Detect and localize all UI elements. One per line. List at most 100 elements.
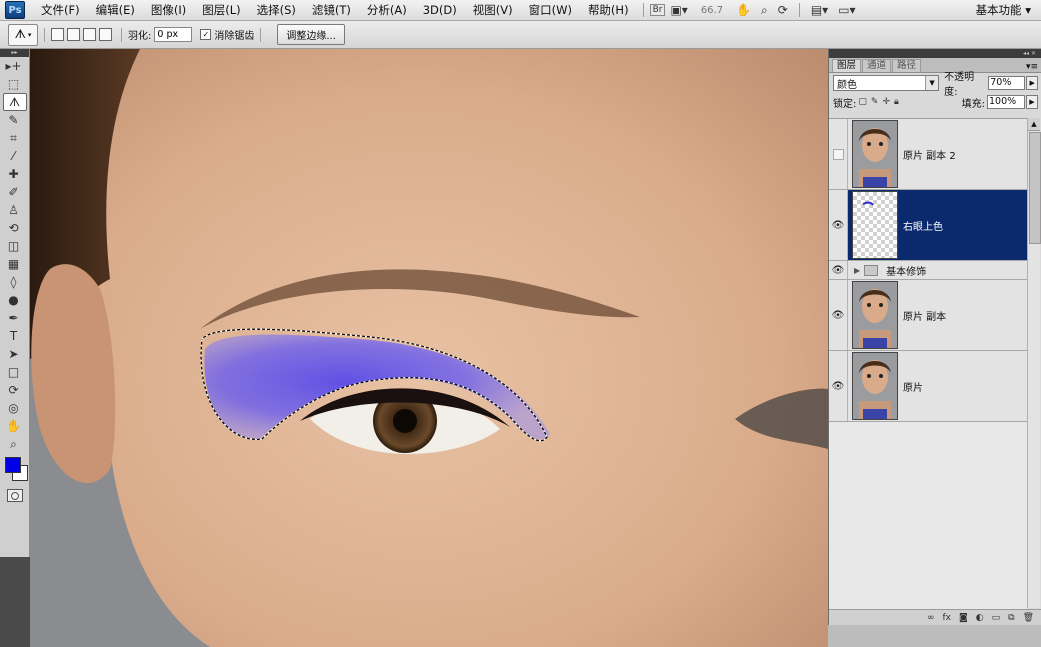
menu-help[interactable]: 帮助(H) (580, 2, 637, 18)
fill-field[interactable]: 100% (987, 95, 1025, 109)
layer-row[interactable]: 👁︎ 原片 副本 (829, 280, 1027, 351)
layer-name: 基本修饰 (886, 266, 927, 278)
intersect-selection-icon[interactable] (99, 28, 112, 41)
panel-titlebar[interactable]: ◂◂ ✕ (829, 49, 1041, 58)
chevron-down-icon: ▾ (27, 30, 32, 39)
feather-input[interactable] (154, 27, 193, 42)
lock-row: 锁定: ▢ ✎ ✛ 🔒︎ 填充: 100% ▶ (829, 93, 1041, 111)
hand-icon[interactable]: ✋ (731, 3, 756, 17)
bridge-icon[interactable]: Br (649, 4, 666, 16)
healing-tool[interactable]: ✚ (3, 165, 25, 183)
rotate-view-icon[interactable]: ⟳ (773, 3, 793, 17)
new-group-icon[interactable]: ▭ (992, 613, 1001, 623)
blend-mode-value: 颜色 (837, 79, 857, 91)
quick-select-tool[interactable]: ✎ (3, 111, 25, 129)
tool-list: ▸+ ⬚ ᗑ ✎ ⌗ ⁄ ✚ ✐ ♙ ⟲ ◫ ▦ ◊ ● ✒ T ➤ □ ⟳ ◎ ✋ ⌕ (2, 57, 27, 453)
menu-file[interactable]: 文件(F) (33, 2, 88, 18)
move-tool[interactable]: ▸+ (3, 57, 25, 75)
lock-transparent-icon[interactable]: ▢ (858, 97, 867, 107)
zoom-tool[interactable]: ⌕ (3, 435, 25, 453)
type-tool[interactable]: T (3, 327, 25, 345)
crop-tool[interactable]: ⌗ (3, 129, 25, 147)
eye-icon[interactable]: 👁︎ (829, 351, 848, 421)
subtract-selection-icon[interactable] (83, 28, 96, 41)
eye-icon[interactable]: 👁︎ (829, 190, 848, 260)
3d-rotate-tool[interactable]: ⟳ (3, 381, 25, 399)
zoom-icon[interactable]: ⌕ (756, 3, 773, 18)
layer-row[interactable]: 原片 副本 2 (829, 119, 1027, 190)
separator (260, 27, 262, 42)
menu-image[interactable]: 图像(I) (143, 2, 194, 18)
hand-tool[interactable]: ✋ (3, 417, 25, 435)
lock-position-icon[interactable]: ✛ (882, 97, 890, 107)
lock-all-icon[interactable]: 🔒︎ (894, 97, 899, 107)
clone-stamp-tool[interactable]: ♙ (3, 201, 25, 219)
menu-select[interactable]: 选择(S) (249, 2, 304, 18)
dodge-tool[interactable]: ● (3, 291, 25, 309)
path-select-tool[interactable]: ➤ (3, 345, 25, 363)
opacity-field[interactable]: 70% (988, 76, 1026, 90)
folder-icon (864, 264, 879, 276)
layer-row[interactable]: 👁︎ 原片 (829, 351, 1027, 422)
blend-mode-select[interactable]: 颜色 ▼ (833, 75, 940, 91)
history-brush-tool[interactable]: ⟲ (3, 219, 25, 237)
eye-icon[interactable]: 👁︎ (829, 261, 848, 279)
tool-preset-picker[interactable]: ᗑ ▾ (8, 23, 38, 46)
pupil (393, 409, 417, 433)
menu-edit[interactable]: 编辑(E) (88, 2, 143, 18)
add-to-selection-icon[interactable] (67, 28, 80, 41)
marquee-tool[interactable]: ⬚ (3, 75, 25, 93)
menu-3d[interactable]: 3D(D) (415, 3, 465, 17)
refine-edge-button[interactable]: 调整边缘... (277, 24, 345, 45)
empty-visibility-box (832, 148, 844, 160)
eye-icon[interactable]: 👁︎ (829, 280, 848, 350)
layer-thumbnail (852, 191, 898, 259)
gradient-tool[interactable]: ▦ (3, 255, 25, 273)
visibility-toggle[interactable] (829, 119, 848, 189)
lock-image-icon[interactable]: ✎ (871, 97, 879, 107)
new-selection-icon[interactable] (51, 28, 64, 41)
toolbox-grip[interactable]: ▸▸ (0, 49, 29, 57)
menu-filter[interactable]: 滤镜(T) (304, 2, 359, 18)
zoom-level[interactable]: 66.7 (693, 5, 731, 16)
3d-orbit-tool[interactable]: ◎ (3, 399, 25, 417)
menu-view[interactable]: 视图(V) (465, 2, 521, 18)
link-layers-icon[interactable]: ∞ (927, 613, 935, 623)
layers-scrollbar[interactable]: ▲ (1027, 118, 1041, 608)
shape-tool[interactable]: □ (3, 363, 25, 381)
panel-menu-icon[interactable]: ▾≡ (1026, 62, 1038, 72)
adjustment-layer-icon[interactable]: ◐ (976, 613, 984, 623)
layer-row[interactable]: 👁︎ 右眼上色 (829, 190, 1027, 261)
eraser-tool[interactable]: ◫ (3, 237, 25, 255)
menu-analysis[interactable]: 分析(A) (359, 2, 415, 18)
new-layer-icon[interactable]: ⧉ (1008, 613, 1014, 623)
fill-slider-arrow[interactable]: ▶ (1026, 95, 1038, 109)
tab-paths[interactable]: 路径 (892, 59, 922, 72)
antialias-checkbox[interactable]: ✓ (200, 29, 212, 40)
tab-layers[interactable]: 图层 (832, 59, 862, 72)
opacity-slider-arrow[interactable]: ▶ (1026, 76, 1038, 90)
document-canvas[interactable] (30, 49, 828, 647)
view-extras-icon[interactable]: ▣▾ (665, 3, 692, 17)
blur-tool[interactable]: ◊ (3, 273, 25, 291)
foreground-color-swatch[interactable] (4, 457, 21, 473)
lasso-tool[interactable]: ᗑ (2, 93, 27, 111)
scroll-thumb[interactable] (1029, 132, 1041, 244)
layer-row[interactable]: 👁︎ ▶ 基本修饰 (829, 261, 1027, 280)
menu-layer[interactable]: 图层(L) (194, 2, 248, 18)
quick-mask-button[interactable] (6, 489, 23, 502)
menu-window[interactable]: 窗口(W) (521, 2, 580, 18)
expand-group-icon[interactable]: ▶ (854, 266, 860, 275)
brush-tool[interactable]: ✐ (3, 183, 25, 201)
add-mask-icon[interactable]: ◙ (959, 613, 968, 623)
delete-layer-icon[interactable]: 🗑︎ (1023, 613, 1034, 623)
screen-mode-icon[interactable]: ▭▾ (833, 3, 860, 17)
scroll-up-icon[interactable]: ▲ (1028, 118, 1040, 131)
eyedropper-tool[interactable]: ⁄ (3, 147, 25, 165)
opacity-label: 不透明度: (944, 72, 975, 98)
layer-style-icon[interactable]: fx (943, 613, 952, 623)
pen-tool[interactable]: ✒ (3, 309, 25, 327)
arrange-documents-icon[interactable]: ▤▾ (806, 3, 833, 17)
workspace-switcher[interactable]: 基本功能 ▾ (966, 2, 1041, 18)
tab-channels[interactable]: 通道 (862, 59, 892, 72)
